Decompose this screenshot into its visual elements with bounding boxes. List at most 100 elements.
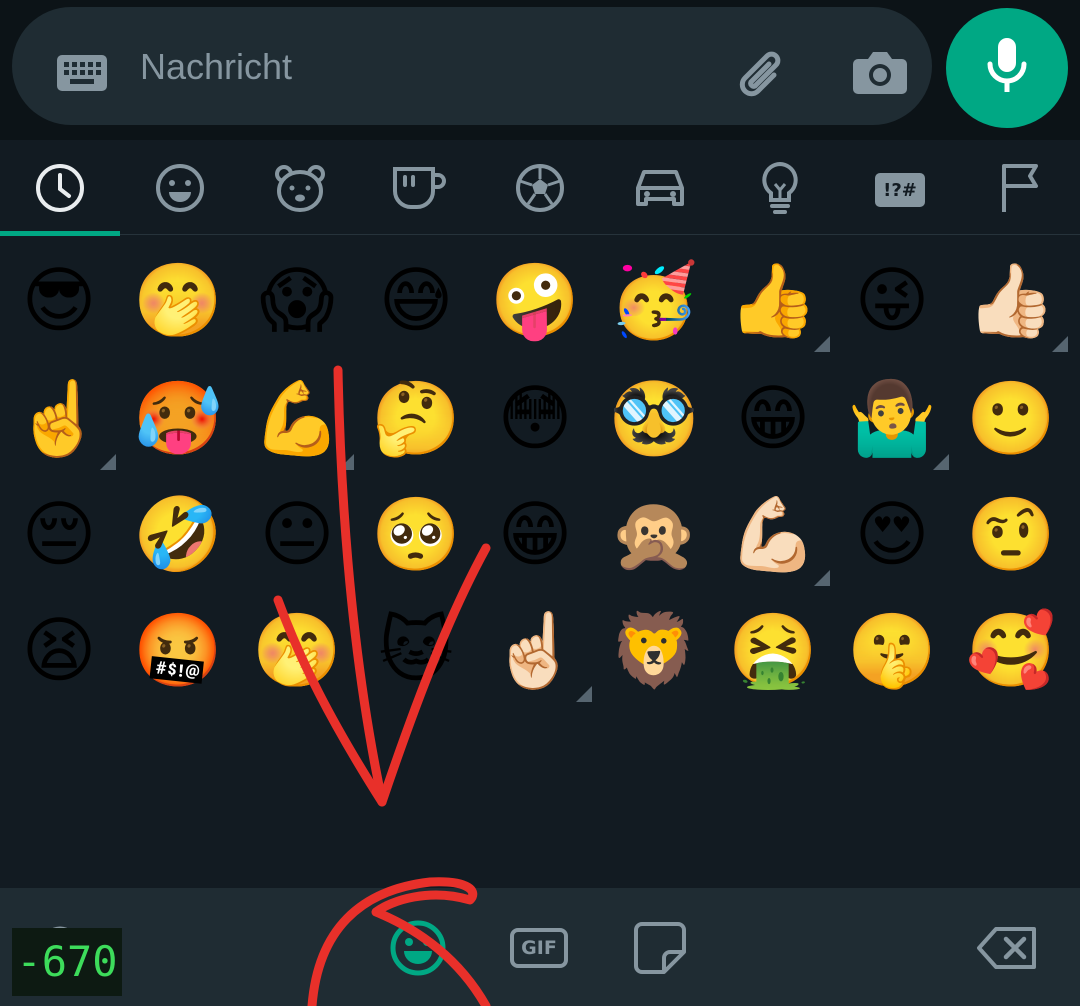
emoji-cell[interactable]: 🙂 bbox=[952, 360, 1070, 476]
emoji-icon[interactable] bbox=[388, 918, 448, 978]
smiley-icon bbox=[154, 162, 206, 218]
emoji-cell[interactable]: 😐 bbox=[238, 476, 356, 592]
soccer-ball-icon bbox=[514, 162, 566, 218]
skin-tone-variants-indicator bbox=[814, 570, 830, 586]
emoji-glyph: 😁 bbox=[497, 492, 573, 576]
emoji-cell[interactable]: 🤬 bbox=[119, 592, 237, 708]
active-tab-indicator bbox=[0, 231, 120, 236]
tab-travel[interactable] bbox=[630, 162, 690, 218]
emoji-glyph: 🤨 bbox=[966, 492, 1056, 576]
sticker-icon[interactable] bbox=[632, 920, 688, 976]
voice-message-button[interactable] bbox=[946, 8, 1068, 128]
emoji-glyph: 🙂 bbox=[966, 376, 1056, 460]
emoji-cell[interactable]: 😎 bbox=[0, 242, 118, 358]
emoji-cell[interactable]: 🥵 bbox=[119, 360, 237, 476]
emoji-glyph: 😅 bbox=[378, 258, 454, 342]
paperclip-icon[interactable] bbox=[734, 45, 792, 103]
emoji-cell[interactable]: 🤨 bbox=[952, 476, 1070, 592]
emoji-glyph: 🙊 bbox=[609, 492, 699, 576]
emoji-cell[interactable]: 😱 bbox=[238, 242, 356, 358]
emoji-cell[interactable]: 😁 bbox=[714, 360, 832, 476]
emoji-cell[interactable]: 🤮 bbox=[714, 592, 832, 708]
emoji-cell[interactable]: 😳 bbox=[476, 360, 594, 476]
camera-icon[interactable] bbox=[850, 47, 910, 97]
emoji-cell[interactable]: 😔 bbox=[0, 476, 118, 592]
flag-icon bbox=[998, 162, 1042, 218]
counter-overlay: -670 bbox=[12, 928, 122, 996]
tab-food[interactable] bbox=[390, 162, 450, 218]
backspace-icon[interactable] bbox=[976, 926, 1038, 970]
emoji-cell[interactable]: 🥸 bbox=[595, 360, 713, 476]
emoji-glyph: 🦁 bbox=[609, 608, 699, 692]
emoji-cell[interactable]: 🥰 bbox=[952, 592, 1070, 708]
emoji-cell[interactable]: 🤔 bbox=[357, 360, 475, 476]
emoji-glyph: 😳 bbox=[497, 376, 573, 460]
cup-icon bbox=[391, 163, 449, 217]
tabs-divider bbox=[120, 234, 1080, 235]
emoji-glyph: 👍 bbox=[728, 258, 818, 342]
tab-activities[interactable] bbox=[510, 162, 570, 218]
emoji-glyph: 🤔 bbox=[371, 376, 461, 460]
emoji-cell[interactable]: 💪 bbox=[238, 360, 356, 476]
emoji-cell[interactable]: 🤪 bbox=[476, 242, 594, 358]
tab-recent[interactable] bbox=[30, 162, 90, 218]
emoji-cell[interactable]: 😁 bbox=[476, 476, 594, 592]
emoji-glyph: 👍🏻 bbox=[966, 258, 1056, 342]
skin-tone-variants-indicator bbox=[338, 454, 354, 470]
emoji-glyph: ☝🏻 bbox=[490, 608, 580, 692]
emoji-cell[interactable]: 😜 bbox=[833, 242, 951, 358]
tab-smileys[interactable] bbox=[150, 162, 210, 218]
emoji-glyph: 🤷‍♂️ bbox=[847, 376, 937, 460]
emoji-cell[interactable]: 🤷‍♂️ bbox=[833, 360, 951, 476]
emoji-cell[interactable]: 👍🏻 bbox=[952, 242, 1070, 358]
symbols-icon: !?# bbox=[875, 173, 925, 207]
emoji-glyph: 😱 bbox=[259, 258, 335, 342]
emoji-cell[interactable]: ☝🏻 bbox=[476, 592, 594, 708]
emoji-glyph: 🥵 bbox=[133, 376, 223, 460]
emoji-cell[interactable]: 🤭 bbox=[119, 242, 237, 358]
emoji-cell[interactable]: 😅 bbox=[357, 242, 475, 358]
tab-objects[interactable] bbox=[750, 160, 810, 220]
emoji-cell[interactable]: 😍 bbox=[833, 476, 951, 592]
skin-tone-variants-indicator bbox=[576, 686, 592, 702]
emoji-glyph: 🤬 bbox=[133, 608, 223, 692]
emoji-glyph: 🥸 bbox=[609, 376, 699, 460]
emoji-glyph: 😜 bbox=[854, 258, 930, 342]
lightbulb-icon bbox=[758, 160, 802, 220]
microphone-icon bbox=[985, 36, 1029, 100]
emoji-glyph: 🐱 bbox=[378, 608, 454, 692]
emoji-cell[interactable]: 🤫 bbox=[833, 592, 951, 708]
bear-icon bbox=[272, 162, 328, 218]
emoji-glyph: 🥺 bbox=[371, 492, 461, 576]
emoji-glyph: 🥳 bbox=[609, 258, 699, 342]
emoji-cell[interactable]: 🐱 bbox=[357, 592, 475, 708]
skin-tone-variants-indicator bbox=[933, 454, 949, 470]
tab-symbols[interactable]: !?# bbox=[870, 162, 930, 218]
emoji-cell[interactable]: 🙊 bbox=[595, 476, 713, 592]
tab-flags[interactable] bbox=[990, 162, 1050, 218]
emoji-glyph: 💪🏻 bbox=[728, 492, 818, 576]
skin-tone-variants-indicator bbox=[100, 454, 116, 470]
emoji-cell[interactable]: 🤭 bbox=[238, 592, 356, 708]
emoji-cell[interactable]: ☝️ bbox=[0, 360, 118, 476]
keyboard-icon[interactable] bbox=[56, 53, 108, 93]
gif-label: GIF bbox=[521, 937, 557, 959]
emoji-cell[interactable]: 💪🏻 bbox=[714, 476, 832, 592]
emoji-cell[interactable]: 🤣 bbox=[119, 476, 237, 592]
message-input[interactable] bbox=[140, 37, 700, 97]
emoji-glyph: 🤣 bbox=[133, 492, 223, 576]
emoji-cell[interactable]: 👍 bbox=[714, 242, 832, 358]
emoji-glyph: ☝️ bbox=[14, 376, 104, 460]
car-icon bbox=[632, 164, 688, 216]
emoji-glyph: 😍 bbox=[854, 492, 930, 576]
gif-button[interactable]: GIF bbox=[510, 928, 568, 968]
emoji-glyph: 😁 bbox=[735, 376, 811, 460]
emoji-cell[interactable]: 🥺 bbox=[357, 476, 475, 592]
tab-animals[interactable] bbox=[270, 162, 330, 218]
emoji-cell[interactable]: 🥳 bbox=[595, 242, 713, 358]
skin-tone-variants-indicator bbox=[814, 336, 830, 352]
message-composer bbox=[12, 7, 932, 125]
emoji-cell[interactable]: 😫 bbox=[0, 592, 118, 708]
clock-icon bbox=[34, 162, 86, 218]
emoji-cell[interactable]: 🦁 bbox=[595, 592, 713, 708]
